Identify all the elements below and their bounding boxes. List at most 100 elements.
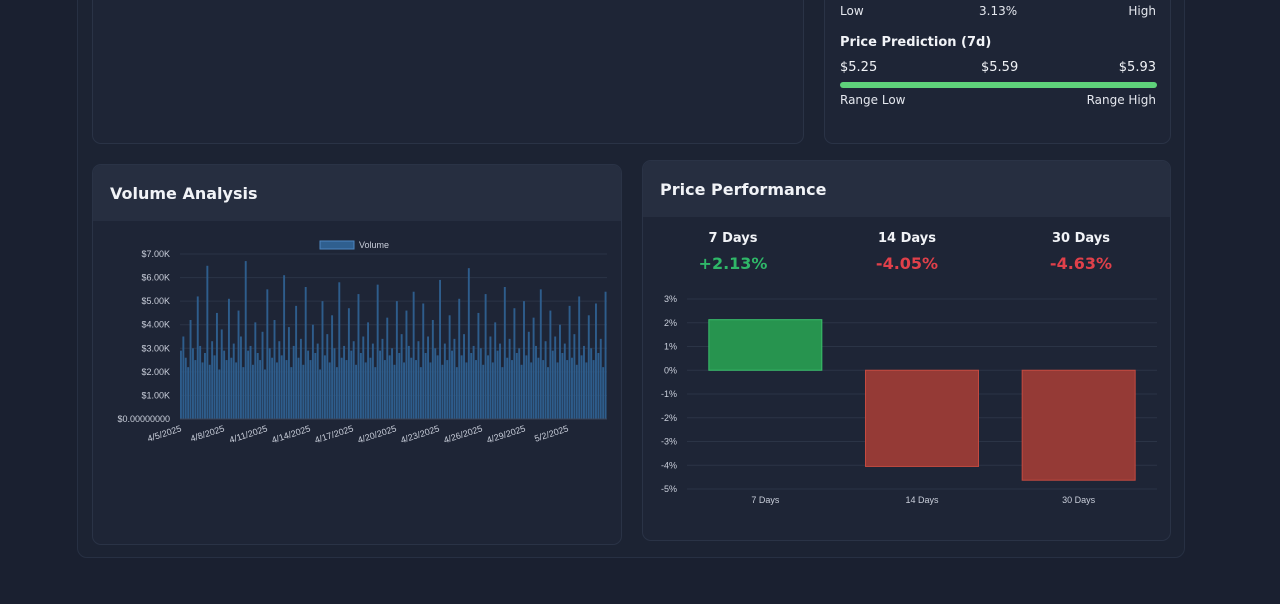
y-tick-label: $7.00K [141,249,170,259]
volume-bar [352,341,355,419]
volume-bar [208,364,211,419]
x-tick-label: 14 Days [905,495,939,505]
volume-bar [343,345,346,419]
volume-bar [446,360,449,419]
volume-bar [419,367,422,419]
volume-bar [271,357,274,419]
y-tick-label: -4% [661,460,677,470]
volume-bar [304,287,307,419]
y-tick-label: 2% [664,318,677,328]
period-label: 14 Days [878,231,936,246]
volume-bar [482,364,485,419]
volume-bar [427,336,430,419]
y-tick-label: 3% [664,294,677,304]
volume-bar [439,279,441,419]
volume-bar [501,367,504,419]
volume-bar [525,355,528,419]
volume-bar [206,265,209,419]
volume-bar [321,301,324,419]
performance-bar [1021,369,1136,481]
prediction-high-value: $5.93 [1118,60,1156,75]
volume-bar [256,353,259,419]
volume-bar [369,357,372,419]
volume-bar [532,317,535,419]
volume-bar [458,298,461,419]
x-tick-label: 30 Days [1062,495,1096,505]
volume-bar [465,362,468,419]
volume-bar [571,357,573,419]
period-label: 30 Days [1052,231,1110,246]
volume-bar [575,364,578,419]
volume-bar [287,327,290,419]
volume-bar [371,343,374,419]
volume-bar [566,360,569,419]
volume-bar [489,336,492,419]
volume-bar [328,362,331,419]
volume-bar [290,367,293,419]
volume-bar [182,336,185,419]
price-chart-card [92,0,804,144]
volume-bar [412,291,415,419]
volume-bar [537,357,540,419]
volume-bar [381,338,384,419]
y-tick-label: $1.00K [141,390,170,400]
volume-bar [227,298,230,419]
legend-label-volume: Volume [359,240,389,250]
prediction-low-value: $5.25 [840,60,878,75]
volume-bar [554,336,557,419]
volume-bar [201,362,204,419]
volume-bar [578,296,581,419]
period-change: +2.13% [698,254,768,273]
prediction-mid-value: $5.59 [981,60,1019,75]
volume-bar [299,338,302,419]
prediction-title: Price Prediction (7d) [840,35,992,50]
volume-bar [239,336,242,419]
volume-bar [424,353,427,419]
volume-bar [350,350,353,419]
volume-bar [247,350,250,419]
x-tick-label: 4/11/2025 [228,423,269,445]
volume-bar [535,345,537,419]
x-tick-label: 4/23/2025 [399,423,440,445]
volume-bar [295,305,298,419]
volume-bar [415,360,418,419]
volume-bar [487,355,489,419]
volume-bar [261,331,264,419]
volume-bar [338,282,341,419]
volume-bar [218,369,221,419]
y-tick-label: $4.00K [141,320,170,330]
x-tick-label: 4/5/2025 [146,423,182,443]
volume-bar [285,360,288,419]
volume-bar [391,348,394,419]
volume-bar [431,320,434,419]
y-tick-label: -1% [661,389,677,399]
volume-bar [597,353,600,419]
volume-bar [367,322,370,419]
volume-bar [527,331,530,419]
volume-bar [309,360,312,419]
volume-bar [530,362,533,419]
volume-bar [323,355,326,419]
volume-chart: Volume $0.00000000 $1.00K $2.00K $3.00K $4.00… [117,240,607,445]
volume-bar [484,294,487,419]
volume-bar [383,360,386,419]
volume-bar [311,324,314,419]
volume-bar [547,367,549,419]
volume-bar [549,310,552,419]
volume-bar [237,310,240,419]
volume-bar [422,303,425,419]
volume-bar [251,364,254,419]
y-tick-label: $2.00K [141,367,170,377]
volume-bar [460,355,463,419]
volume-bar [523,301,525,419]
volume-bar [429,362,432,419]
volume-bar [513,308,516,419]
volume-bar [403,362,406,419]
x-tick-label: 5/2/2025 [533,423,569,443]
volume-bar [585,362,588,419]
volume-bar [340,357,343,419]
volume-bar [477,312,480,419]
volume-bar [453,338,456,419]
performance-bar [708,319,823,371]
y-tick-label: -3% [661,437,677,447]
